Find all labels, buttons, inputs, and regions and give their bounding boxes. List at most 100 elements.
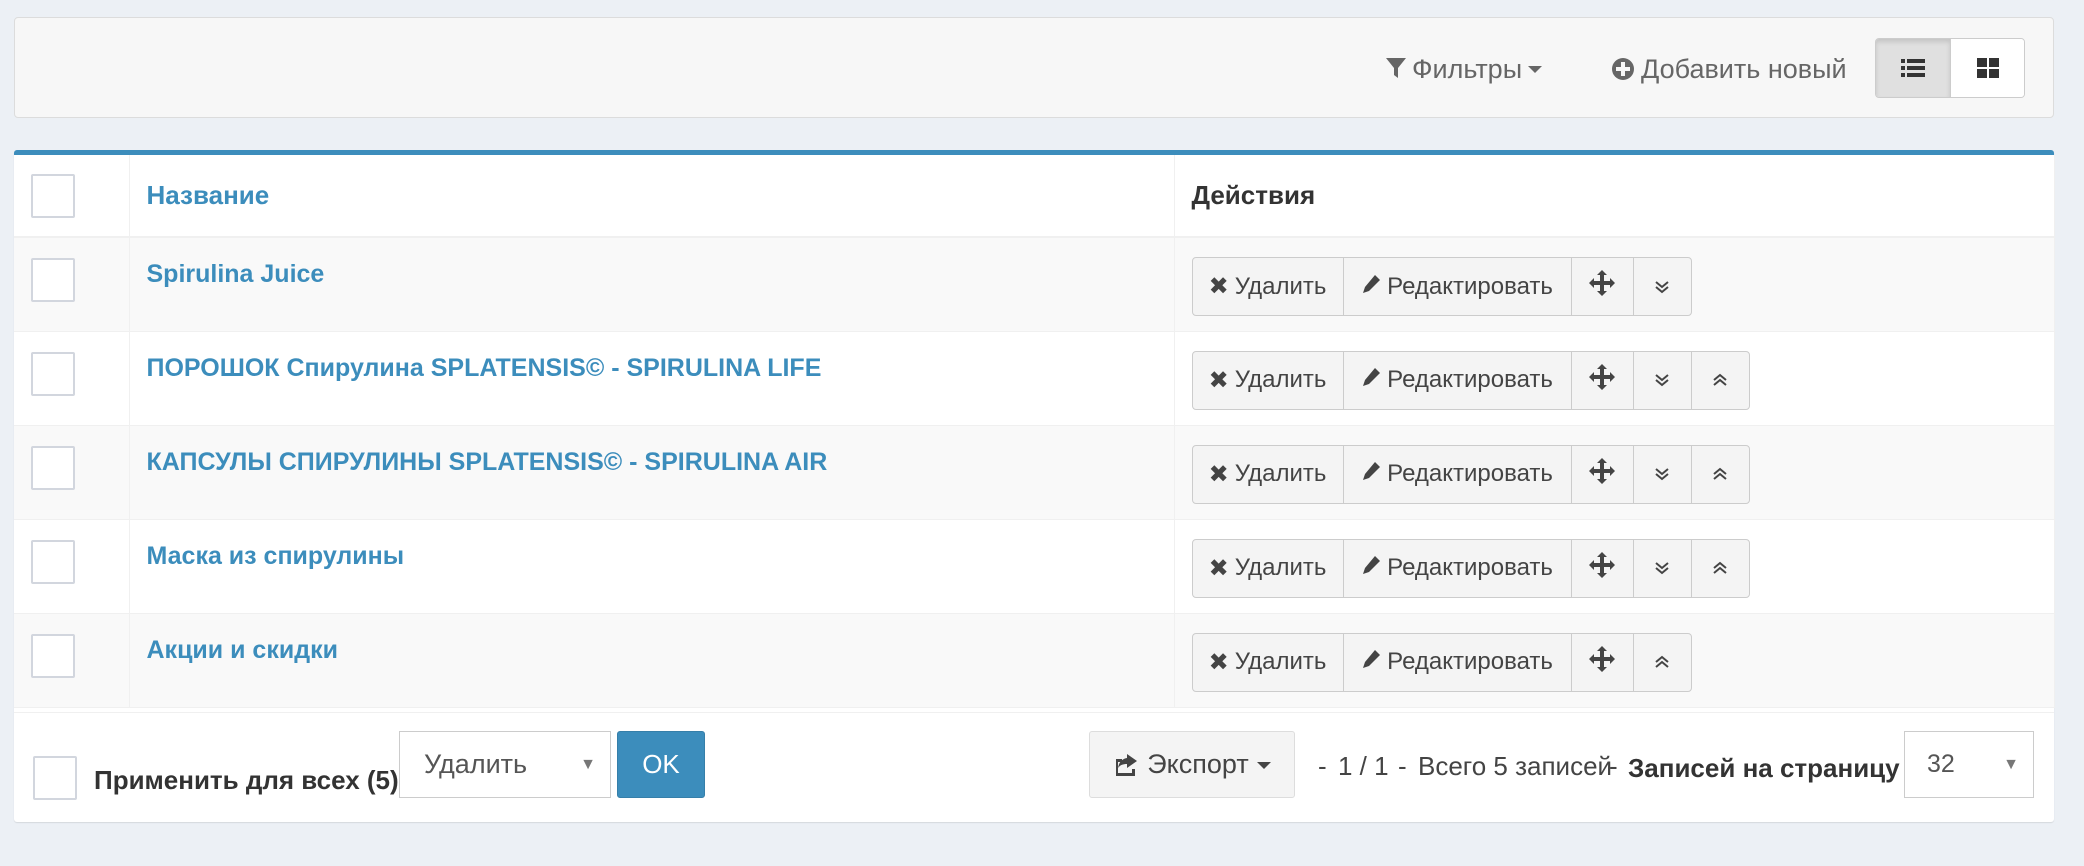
edit-button[interactable]: Редактировать	[1342, 258, 1571, 315]
move-down-button[interactable]	[1632, 258, 1691, 315]
apply-all-label: Применить для всех (5)	[94, 765, 399, 795]
actions-cell: ✖ Удалить Редактировать	[1174, 425, 2055, 519]
delete-button[interactable]: ✖ Удалить	[1193, 634, 1343, 691]
select-all-cell	[14, 155, 130, 238]
pagination-separator: -	[1609, 751, 1618, 781]
close-icon: ✖	[1208, 366, 1229, 394]
edit-button[interactable]: Редактировать	[1342, 445, 1571, 503]
edit-button[interactable]: Редактировать	[1342, 633, 1571, 691]
table-row: Акции и скидки ✖ Удалить Редактировать	[14, 613, 2055, 707]
name-cell: Spirulina Juice	[129, 237, 1175, 331]
move-up-button[interactable]	[1690, 351, 1749, 409]
delete-label: Удалить	[1234, 460, 1327, 487]
move-handle[interactable]	[1570, 445, 1633, 503]
row-checkbox[interactable]	[31, 445, 75, 490]
row-select-cell	[14, 237, 130, 331]
double-chevron-down-icon	[1655, 366, 1669, 394]
move-icon	[1589, 457, 1615, 491]
row-actions-group: ✖ Удалить Редактировать	[1191, 350, 1750, 410]
move-up-button[interactable]	[1690, 445, 1749, 503]
row-actions-group: ✖ Удалить Редактировать	[1191, 257, 1692, 316]
move-icon	[1589, 270, 1615, 303]
add-new-button[interactable]: Добавить новый	[1611, 52, 1847, 86]
caret-down-icon	[1256, 761, 1271, 769]
table-row: Spirulina Juice ✖ Удалить Редактировать	[14, 237, 2055, 331]
name-cell: ПОРОШОК Спирулина SPLATENSIS© - SPIRULIN…	[129, 331, 1175, 425]
name-column-header: Название	[129, 155, 1175, 238]
delete-button[interactable]: ✖ Удалить	[1193, 540, 1343, 597]
filter-icon	[1386, 58, 1406, 78]
plus-circle-icon	[1612, 58, 1634, 80]
bulk-action-select[interactable]: Удалить ▼	[399, 731, 611, 798]
record-name-link[interactable]: Акции и скидки	[147, 636, 338, 664]
move-up-button[interactable]	[1632, 633, 1691, 691]
record-name-link[interactable]: КАПСУЛЫ СПИРУЛИНЫ SPLATENSIS© - SPIRULIN…	[147, 448, 828, 476]
page-info: 1 / 1	[1338, 751, 1389, 781]
name-cell: Маска из спирулины	[129, 519, 1175, 613]
ok-button[interactable]: OK	[617, 731, 705, 798]
move-icon	[1589, 363, 1615, 397]
record-name-link[interactable]: Маска из спирулины	[147, 542, 405, 570]
row-select-cell	[14, 425, 130, 519]
per-page-select[interactable]: 32 ▼	[1904, 731, 2034, 798]
sort-by-name-link[interactable]: Название	[147, 180, 270, 210]
apply-all-checkbox[interactable]	[33, 756, 77, 800]
total-records: Всего 5 записей	[1418, 751, 1613, 781]
row-checkbox[interactable]	[31, 258, 75, 302]
table-body: Spirulina Juice ✖ Удалить Редактировать …	[14, 237, 2055, 707]
delete-button[interactable]: ✖ Удалить	[1193, 446, 1343, 503]
export-label: Экспорт	[1147, 749, 1249, 779]
edit-label: Редактировать	[1387, 460, 1553, 487]
row-select-cell	[14, 613, 130, 707]
table-row: КАПСУЛЫ СПИРУЛИНЫ SPLATENSIS© - SPIRULIN…	[14, 425, 2055, 519]
row-checkbox[interactable]	[31, 633, 75, 678]
actions-cell: ✖ Удалить Редактировать	[1174, 237, 2055, 331]
pencil-icon	[1361, 648, 1381, 676]
actions-cell: ✖ Удалить Редактировать	[1174, 519, 2055, 613]
bulk-action-value: Удалить	[424, 749, 528, 779]
move-down-button[interactable]	[1632, 445, 1691, 503]
table-row: ПОРОШОК Спирулина SPLATENSIS© - SPIRULIN…	[14, 331, 2055, 425]
list-icon	[1901, 59, 1925, 77]
select-all-checkbox[interactable]	[31, 173, 75, 218]
edit-button[interactable]: Редактировать	[1342, 539, 1571, 597]
filters-button[interactable]: Фильтры	[1386, 52, 1543, 86]
delete-button[interactable]: ✖ Удалить	[1193, 352, 1343, 409]
close-icon: ✖	[1208, 554, 1229, 582]
move-down-button[interactable]	[1632, 351, 1691, 409]
bulk-actions-footer: Применить для всех (5) Удалить ▼ OK Эксп…	[14, 712, 2054, 827]
export-button[interactable]: Экспорт	[1089, 731, 1295, 798]
pagination-separator: -	[1318, 751, 1327, 781]
double-chevron-up-icon	[1713, 460, 1727, 488]
double-chevron-down-icon	[1655, 554, 1669, 582]
edit-label: Редактировать	[1387, 648, 1553, 675]
row-checkbox[interactable]	[31, 539, 75, 584]
table-row: Маска из спирулины ✖ Удалить Редактирова…	[14, 519, 2055, 613]
delete-label: Удалить	[1234, 272, 1327, 300]
grid-view-button[interactable]	[1950, 39, 2024, 97]
records-table: Название Действия Spirulina Juice ✖ Удал…	[14, 155, 2055, 708]
list-toolbar: Фильтры Добавить новый	[14, 17, 2054, 118]
edit-button[interactable]: Редактировать	[1342, 351, 1571, 409]
caret-down-icon	[1528, 66, 1543, 73]
move-up-button[interactable]	[1690, 539, 1749, 597]
select-caret-icon: ▼	[2003, 755, 2019, 773]
select-caret-icon: ▼	[580, 755, 596, 773]
row-checkbox[interactable]	[31, 351, 75, 396]
move-handle[interactable]	[1570, 351, 1633, 409]
per-page-label: Записей на страницу	[1628, 753, 1900, 783]
record-name-link[interactable]: Spirulina Juice	[147, 260, 325, 288]
move-down-button[interactable]	[1632, 539, 1691, 597]
actions-cell: ✖ Удалить Редактировать	[1174, 331, 2055, 425]
delete-button[interactable]: ✖ Удалить	[1193, 258, 1343, 315]
move-handle[interactable]	[1570, 633, 1633, 691]
list-view-button[interactable]	[1876, 39, 1950, 97]
pencil-icon	[1361, 554, 1381, 582]
close-icon: ✖	[1208, 460, 1229, 488]
records-box: Название Действия Spirulina Juice ✖ Удал…	[14, 150, 2055, 822]
name-cell: КАПСУЛЫ СПИРУЛИНЫ SPLATENSIS© - SPIRULIN…	[129, 425, 1175, 519]
record-name-link[interactable]: ПОРОШОК Спирулина SPLATENSIS© - SPIRULIN…	[147, 354, 822, 382]
move-handle[interactable]	[1570, 258, 1633, 315]
pencil-icon	[1361, 366, 1381, 394]
move-handle[interactable]	[1570, 539, 1633, 597]
